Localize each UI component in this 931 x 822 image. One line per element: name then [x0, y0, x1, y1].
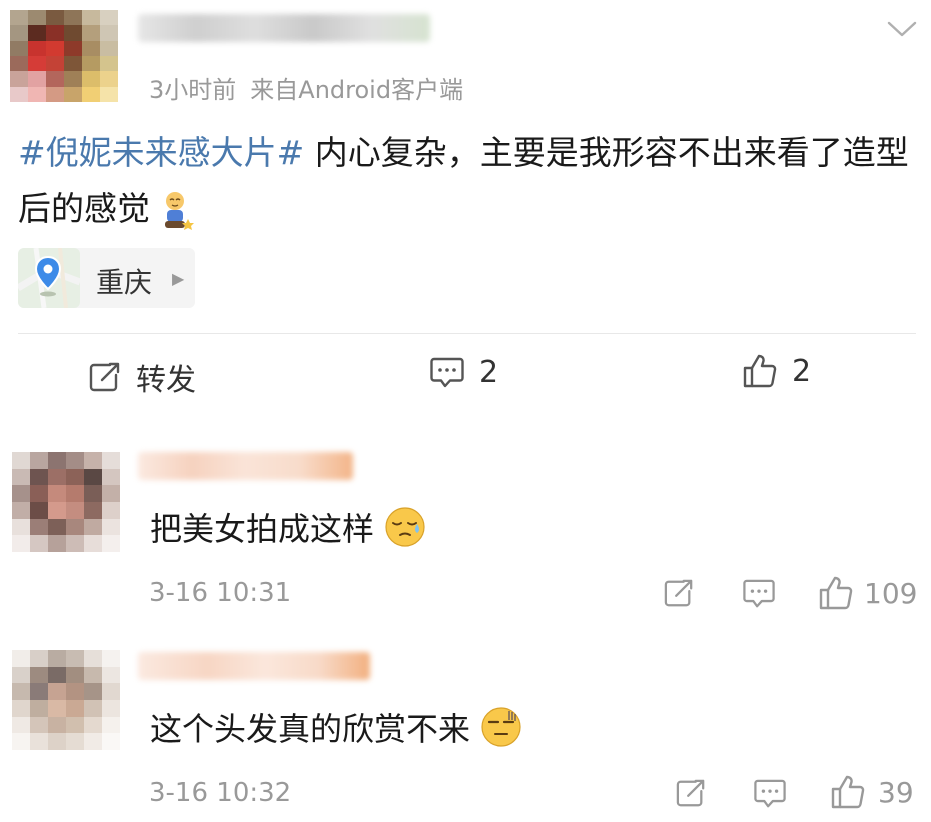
like-count: 2 — [792, 353, 812, 389]
commenter-avatar[interactable] — [12, 452, 120, 552]
thumbs-up-icon — [743, 354, 777, 388]
thumbs-up-icon — [819, 576, 853, 610]
comment-button[interactable]: 2 — [429, 355, 498, 390]
sweat-emoji-icon — [385, 507, 425, 547]
comment-time: 3-16 10:31 — [149, 578, 292, 608]
comment-count: 2 — [479, 355, 499, 390]
comment-text-content: 这个头发真的欣赏不来 — [150, 710, 471, 748]
speechless-emoji-icon — [481, 707, 521, 747]
post-time: 3小时前 — [149, 76, 237, 104]
post-source: 来自Android客户端 — [250, 76, 464, 104]
topic-link[interactable]: #倪妮未来感大片# — [18, 133, 304, 172]
comment-like-button[interactable]: 39 — [830, 774, 914, 810]
chevron-down-icon[interactable] — [885, 16, 919, 42]
comment-icon — [430, 357, 464, 387]
commenter-name-redacted[interactable] — [138, 452, 353, 480]
comment-text-content: 把美女拍成这样 — [150, 510, 375, 548]
repost-button[interactable]: 转发 — [88, 355, 196, 399]
commenter-avatar[interactable] — [12, 650, 120, 750]
repost-label: 转发 — [136, 363, 196, 398]
comment-text: 把美女拍成这样 — [150, 504, 426, 550]
comment-repost-button[interactable] — [675, 778, 707, 808]
repost-icon — [676, 779, 705, 807]
kneeling-emoji-icon — [165, 191, 194, 230]
location-label: 重庆 — [96, 266, 153, 299]
comment-time: 3-16 10:32 — [149, 778, 292, 808]
post-author-name-redacted[interactable] — [138, 14, 430, 42]
comment-reply-button[interactable] — [742, 578, 776, 610]
divider — [18, 333, 916, 334]
comment-repost-button[interactable] — [663, 578, 695, 608]
post-author-avatar[interactable] — [10, 10, 118, 102]
comment-reply-button[interactable] — [753, 778, 787, 810]
commenter-name-redacted[interactable] — [138, 652, 370, 680]
chevron-right-icon: ▶ — [172, 269, 185, 288]
map-pin-icon — [18, 248, 80, 308]
comment-like-count: 109 — [864, 576, 918, 610]
comment-icon — [743, 579, 775, 608]
location-chip[interactable]: 重庆 ▶ — [18, 248, 195, 308]
comment-icon — [754, 779, 786, 808]
post-meta: 3小时前 来自Android客户端 — [149, 70, 463, 105]
like-button[interactable]: 2 — [742, 353, 811, 389]
thumbs-up-icon — [831, 775, 865, 809]
comment-like-button[interactable]: 109 — [818, 575, 917, 611]
comment-like-count: 39 — [878, 775, 914, 809]
post-body: #倪妮未来感大片# 内心复杂，主要是我形容不出来看了造型后的感觉 — [18, 125, 918, 237]
repost-icon — [89, 362, 120, 392]
repost-icon — [664, 579, 693, 607]
comment-text: 这个头发真的欣赏不来 — [150, 704, 522, 750]
